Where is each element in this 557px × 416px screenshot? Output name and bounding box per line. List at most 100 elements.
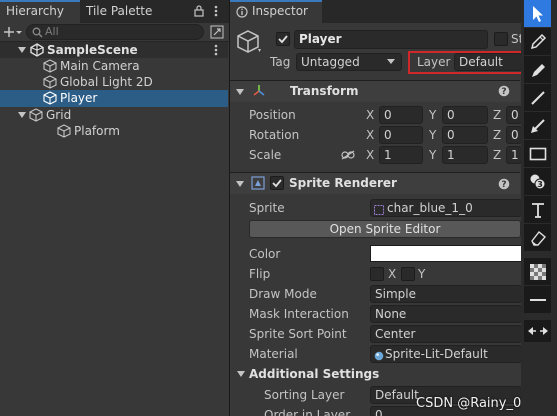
sprite-label: Sprite xyxy=(249,201,285,215)
hierarchy-item-label: Global Light 2D xyxy=(60,75,153,89)
tool-marker[interactable] xyxy=(524,56,551,83)
tag-label: Tag xyxy=(270,55,291,69)
hierarchy-item-label: Grid xyxy=(46,108,72,122)
sprite-renderer-title: Sprite Renderer xyxy=(289,176,397,190)
transform-header[interactable]: Transform ? xyxy=(230,80,520,102)
tool-resize[interactable] xyxy=(524,320,551,342)
tool-pencil[interactable] xyxy=(524,28,551,55)
transform-title: Transform xyxy=(290,84,359,98)
rotation-y-field[interactable]: 0 xyxy=(442,126,488,144)
lock-icon[interactable] xyxy=(194,5,204,20)
gameobject-icon xyxy=(43,75,57,89)
scale-y-axis: Y xyxy=(429,148,437,162)
position-x-field[interactable]: 0 xyxy=(379,106,423,124)
arrow-icon xyxy=(529,117,547,135)
sprite-field[interactable]: char_blue_1_0 xyxy=(370,199,522,217)
scale-z-axis: Z xyxy=(493,148,502,162)
hierarchy-search-input[interactable]: All xyxy=(26,24,204,40)
expand-arrow-icon[interactable] xyxy=(237,371,245,377)
hierarchy-item-label: Player xyxy=(60,91,98,105)
sprite-renderer-enabled-checkbox[interactable] xyxy=(270,176,284,190)
position-y-field[interactable]: 0 xyxy=(442,106,488,124)
gameobject-icon xyxy=(43,59,57,73)
scale-z-field[interactable]: 1 xyxy=(506,146,522,164)
scale-y-field[interactable]: 1 xyxy=(442,146,488,164)
active-checkbox[interactable] xyxy=(276,32,290,46)
pencil-icon xyxy=(529,33,547,51)
sprite-sort-point-dropdown[interactable]: Center xyxy=(370,325,522,343)
svg-text:?: ? xyxy=(501,180,506,190)
tab-hierarchy-label: Hierarchy xyxy=(6,4,65,18)
scene-menu-icon[interactable] xyxy=(214,44,218,59)
sprite-renderer-icon xyxy=(251,176,265,193)
sprite-renderer-header[interactable]: Sprite Renderer ? xyxy=(230,172,520,194)
text-icon xyxy=(529,201,547,219)
stroke-width-icon xyxy=(529,297,547,303)
help-icon[interactable]: ? xyxy=(498,178,510,193)
sorting-layer-label: Sorting Layer xyxy=(264,388,345,402)
open-sprite-editor-label: Open Sprite Editor xyxy=(329,222,441,236)
tool-numbering[interactable]: 3 xyxy=(524,168,551,195)
tool-stroke-width[interactable] xyxy=(524,286,551,313)
scene-visibility-icon[interactable] xyxy=(210,25,224,42)
object-name-field[interactable]: Player xyxy=(294,30,488,49)
flip-y-checkbox[interactable] xyxy=(401,267,415,281)
tool-text[interactable] xyxy=(524,196,551,223)
layer-value: Default xyxy=(459,55,503,69)
scale-x-axis: X xyxy=(366,148,375,162)
hierarchy-item-global-light[interactable]: Global Light 2D xyxy=(0,74,228,90)
expand-arrow-icon xyxy=(236,89,244,95)
rotation-z-field[interactable]: 0 xyxy=(506,126,522,144)
hierarchy-item-main-camera[interactable]: Main Camera xyxy=(0,58,228,74)
draw-mode-dropdown[interactable]: Simple xyxy=(370,285,522,303)
line-icon xyxy=(529,89,547,107)
add-icon[interactable] xyxy=(4,26,22,41)
expand-arrow-icon xyxy=(236,181,244,187)
mosaic-icon xyxy=(529,263,547,281)
color-swatch[interactable] xyxy=(370,245,522,262)
tool-mosaic[interactable] xyxy=(524,258,551,285)
layer-dropdown[interactable]: Default xyxy=(454,53,522,71)
draw-mode-label: Draw Mode xyxy=(249,287,317,301)
position-z-field[interactable]: 0 xyxy=(506,106,522,124)
rotation-x-field[interactable]: 0 xyxy=(379,126,423,144)
tool-line[interactable] xyxy=(524,84,551,111)
tab-tile-palette[interactable]: Tile Palette xyxy=(86,0,152,23)
open-sprite-editor-button[interactable]: Open Sprite Editor xyxy=(249,220,521,238)
additional-settings-title: Additional Settings xyxy=(249,367,380,381)
mask-interaction-dropdown[interactable]: None xyxy=(370,305,522,323)
tag-value: Untagged xyxy=(301,55,360,69)
expand-arrow-icon[interactable] xyxy=(18,47,26,53)
scale-label: Scale xyxy=(249,148,282,162)
tool-eraser[interactable] xyxy=(524,224,551,251)
flip-x-checkbox[interactable] xyxy=(370,267,384,281)
tool-arrow[interactable] xyxy=(524,112,551,139)
rotation-z-axis: Z xyxy=(493,128,502,142)
material-sphere-icon xyxy=(374,349,384,362)
rectangle-icon xyxy=(529,147,547,161)
transform-icon xyxy=(252,84,266,101)
scene-row[interactable]: SampleScene xyxy=(0,42,228,58)
scale-x-field[interactable]: 1 xyxy=(379,146,423,164)
tag-dropdown[interactable]: Untagged xyxy=(296,53,402,71)
help-icon[interactable]: ? xyxy=(498,85,510,100)
hierarchy-item-plaform[interactable]: Plaform xyxy=(0,123,228,139)
hierarchy-item-player[interactable]: Player xyxy=(0,90,228,107)
position-label: Position xyxy=(249,108,296,122)
rotation-x-axis: X xyxy=(366,128,375,142)
hierarchy-panel: Hierarchy Tile Palette All SampleScene M… xyxy=(0,0,229,416)
constrain-proportions-icon[interactable] xyxy=(341,149,355,163)
numbering-icon: 3 xyxy=(529,173,547,191)
tool-rectangle[interactable] xyxy=(524,140,551,167)
flip-x-label: X xyxy=(388,267,397,281)
tool-select[interactable] xyxy=(524,0,551,27)
hierarchy-item-grid[interactable]: Grid xyxy=(0,107,228,123)
gameobject-icon xyxy=(57,124,71,138)
expand-arrow-icon[interactable] xyxy=(18,112,26,118)
material-field[interactable]: Sprite-Lit-Default xyxy=(370,345,522,363)
position-z-axis: Z xyxy=(493,108,502,122)
static-checkbox[interactable] xyxy=(494,32,508,46)
kebab-menu-icon[interactable] xyxy=(214,5,218,20)
flip-label: Flip xyxy=(249,267,271,281)
layer-label: Layer xyxy=(417,55,451,69)
